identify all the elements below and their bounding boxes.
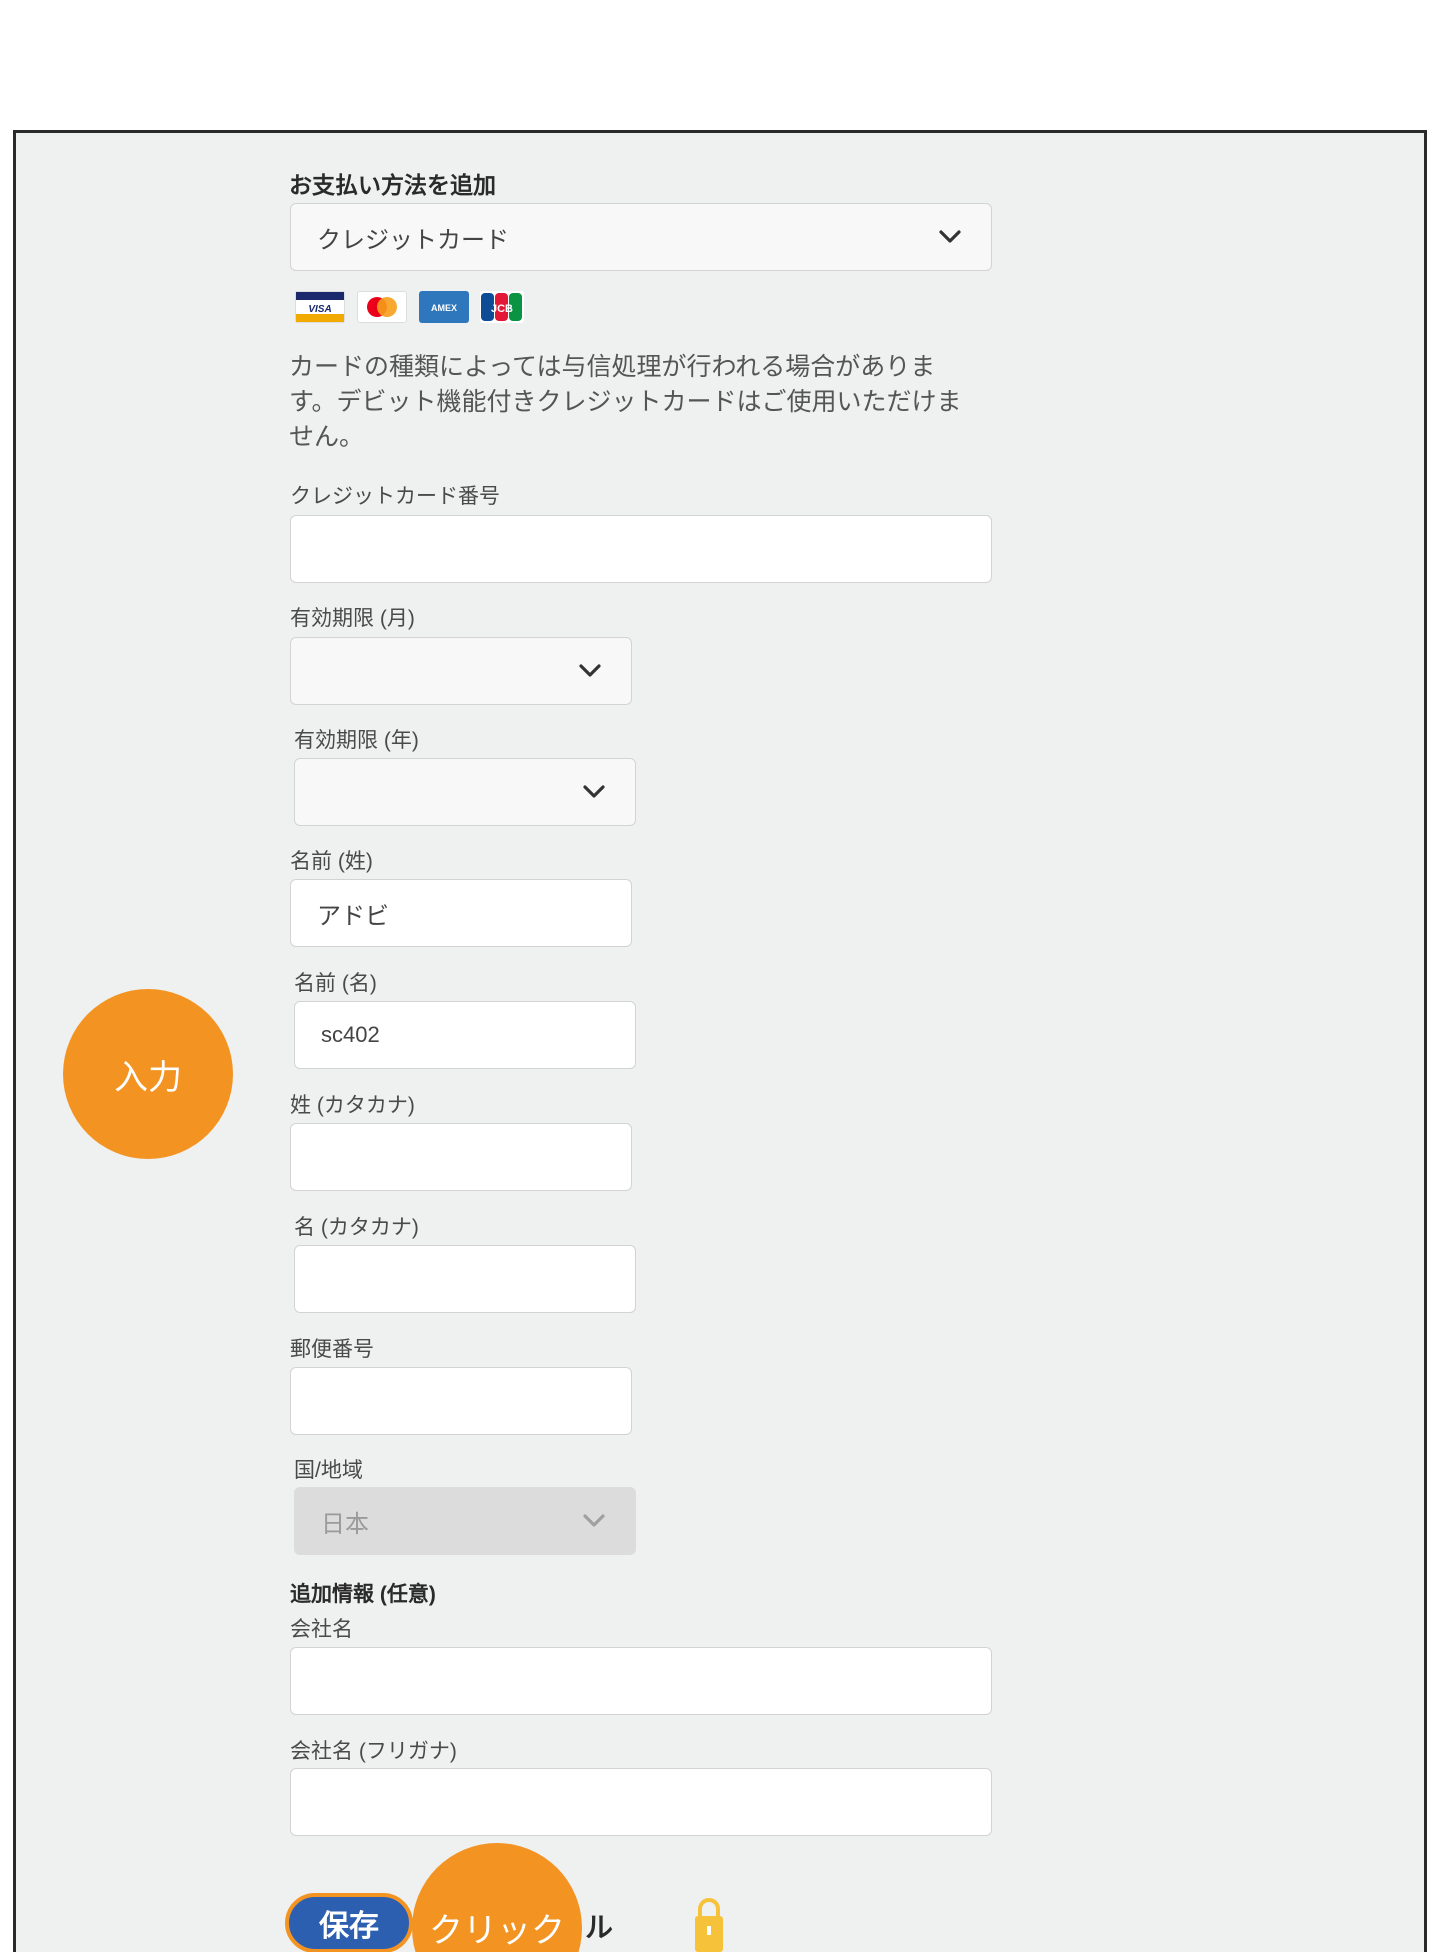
jcb-logo: JCB — [480, 291, 524, 323]
card-number-input[interactable] — [290, 515, 992, 583]
first-name-label: 名前 (名) — [294, 972, 377, 995]
input-instruction-bubble: 入力 — [63, 989, 233, 1159]
card-description: カードの種類によっては与信処理が行われる場合がありま す。デビット機能付きクレジ… — [289, 350, 1009, 455]
chevron-down-icon — [583, 785, 605, 798]
last-name-value: アドビ — [317, 902, 389, 930]
amex-logo: AMEX — [419, 291, 469, 323]
description-line: す。デビット機能付きクレジットカードはご使用いただけま — [289, 388, 962, 416]
first-name-kana-label: 名 (カタカナ) — [294, 1216, 419, 1239]
chevron-down-icon — [583, 1514, 605, 1527]
chevron-down-icon — [939, 230, 961, 243]
section-title: お支払い方法を追加 — [289, 172, 496, 198]
svg-text:JCB: JCB — [491, 303, 513, 315]
country-label: 国/地域 — [294, 1459, 363, 1482]
expiry-year-select[interactable] — [294, 758, 636, 826]
last-name-kana-label: 姓 (カタカナ) — [290, 1094, 415, 1117]
country-value: 日本 — [321, 1510, 369, 1538]
svg-text:VISA: VISA — [308, 304, 331, 315]
card-number-label: クレジットカード番号 — [290, 485, 500, 508]
first-name-value: sc402 — [321, 1022, 380, 1047]
payment-method-select[interactable]: クレジットカード — [290, 203, 992, 271]
expiry-year-label: 有効期限 (年) — [294, 729, 419, 752]
last-name-kana-input[interactable] — [290, 1123, 632, 1191]
company-input[interactable] — [290, 1647, 992, 1715]
save-button[interactable]: 保存 — [285, 1893, 413, 1952]
svg-text:AMEX: AMEX — [431, 303, 457, 313]
lock-icon — [695, 1898, 723, 1952]
cancel-link[interactable]: ル — [585, 1906, 613, 1946]
description-line: カードの種類によっては与信処理が行われる場合がありま — [289, 353, 936, 381]
first-name-input[interactable]: sc402 — [294, 1001, 636, 1069]
additional-info-title: 追加情報 (任意) — [290, 1583, 436, 1606]
expiry-month-label: 有効期限 (月) — [290, 607, 415, 630]
company-kana-input[interactable] — [290, 1768, 992, 1836]
mastercard-logo — [357, 291, 407, 323]
chevron-down-icon — [579, 664, 601, 677]
postal-code-label: 郵便番号 — [290, 1338, 374, 1361]
company-label: 会社名 — [290, 1618, 353, 1641]
postal-code-input[interactable] — [290, 1367, 632, 1435]
expiry-month-select[interactable] — [290, 637, 632, 705]
company-kana-label: 会社名 (フリガナ) — [290, 1740, 457, 1763]
last-name-input[interactable]: アドビ — [290, 879, 632, 947]
payment-method-value: クレジットカード — [317, 226, 509, 254]
last-name-label: 名前 (姓) — [290, 850, 373, 873]
first-name-kana-input[interactable] — [294, 1245, 636, 1313]
country-select[interactable]: 日本 — [294, 1487, 636, 1555]
description-line: せん。 — [289, 423, 365, 451]
visa-logo: VISA — [295, 291, 345, 323]
